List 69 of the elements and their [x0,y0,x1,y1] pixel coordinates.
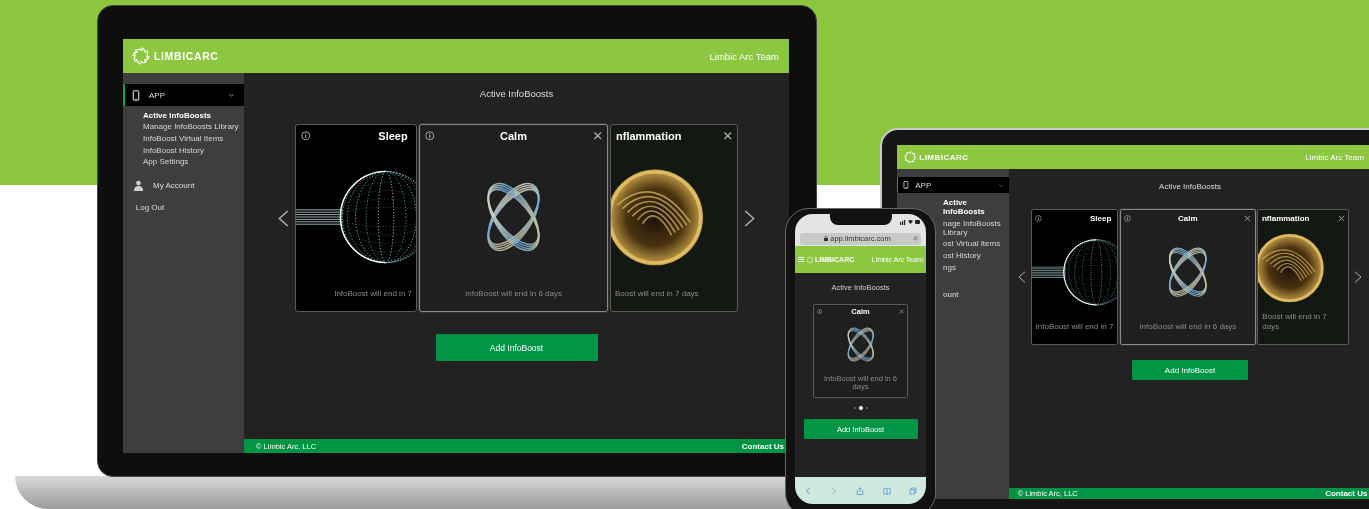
menu-group-header[interactable]: APP [123,84,244,106]
sidebar-item[interactable]: Active InfoBoosts [143,110,211,120]
chevron-right-icon[interactable] [744,209,755,227]
user-name: Limbic Arc Team [1305,152,1364,162]
rings-artwork-drawing [1168,247,1208,298]
card-title: Calm [499,130,528,143]
info-icon[interactable] [425,131,435,141]
carousel-dot[interactable] [858,406,863,410]
sidebar-item[interactable]: App Settings [143,157,189,167]
phone-icon [903,181,909,190]
person-icon [133,180,144,192]
sidebar-item[interactable]: ost Virtual Items [943,239,1001,249]
sidebar-item[interactable]: ount [943,290,959,299]
sidebar-item[interactable]: My Account [153,181,195,191]
close-icon[interactable] [592,131,602,141]
menu-group-header[interactable]: APP [897,177,1009,194]
card-title: Sleep [378,130,408,143]
user-name: Limbic Arc Team [709,50,779,62]
sidebar-item[interactable]: InfoBoost Virtual Items [143,133,224,144]
contact-link[interactable]: Contact Us [741,441,784,451]
page-title: Active InfoBoosts [479,88,554,100]
close-icon[interactable] [1338,214,1345,222]
logo-icon [902,150,918,165]
infoboost-card[interactable]: Sleep InfoBoost will end in 7 [295,124,417,313]
sidebar-item[interactable]: nage InfoBoosts Library [943,218,1005,237]
sidebar-item[interactable]: Active InfoBoosts [943,197,1005,217]
page-title: Active InfoBoosts [1159,182,1221,192]
chevron-left-icon[interactable] [278,209,289,227]
card-note: Boost will end in 7 days [1261,311,1328,333]
card-title: Sleep [1090,213,1112,223]
close-icon[interactable] [722,131,732,141]
infoboost-card[interactable]: Calm InfoBoost will end in 6 days [1119,209,1256,345]
card-note: InfoBoost will end in 6 days [464,288,563,301]
chevron-left-icon[interactable] [1018,270,1027,284]
info-icon[interactable] [1035,214,1042,222]
card-title: nflammation [616,130,682,143]
status-icons-drawing [900,219,920,225]
chevron-right-icon[interactable] [1353,270,1362,284]
sidebar-item[interactable]: Log Out [135,203,165,213]
card-title: Calm [1177,213,1199,223]
contact-link[interactable]: Contact Us [1325,489,1368,498]
lock-icon [824,236,829,241]
infoboost-card[interactable]: Calm InfoBoost will end in 6 days [419,124,608,313]
add-infoboost-button[interactable]: Add InfoBoost [435,334,598,362]
rings-artwork-drawing [846,327,875,363]
card-note: Boost will end in 7 days [614,288,700,301]
sidebar-item[interactable]: InfoBoost History [143,145,204,155]
card-note: InfoBoost will end in 7 [1034,320,1115,333]
info-icon[interactable] [1124,214,1132,222]
close-icon[interactable] [1244,214,1252,222]
sidebar-item[interactable]: ost History [943,251,981,261]
add-infoboost-button[interactable]: Add InfoBoost [1131,360,1249,380]
card-title: nflammation [1261,213,1310,223]
infoboost-card[interactable]: nflammation Boost will end in 7 days [1257,209,1350,345]
phone-notch [829,214,892,225]
info-icon[interactable] [301,131,311,141]
infoboost-card[interactable]: nflammation Boost will end in 7 days [610,124,738,313]
close-icon[interactable] [899,308,905,314]
logo-text: LIMBICARC [919,152,969,162]
card-note: InfoBoost will end in 7 [333,288,413,301]
logo-icon [131,46,151,66]
logo-icon [806,255,814,264]
phone-icon [132,89,140,101]
sidebar-item[interactable]: ngs [943,262,956,272]
rings-artwork-drawing [486,182,541,252]
card-note: InfoBoost will end in 6 days [1138,320,1238,333]
logo-text: LIMBICARC [154,50,219,62]
sidebar-item[interactable]: Manage InfoBoosts Library [143,122,239,132]
infoboost-card[interactable]: Sleep InfoBoost will end in 7 [1030,209,1119,345]
